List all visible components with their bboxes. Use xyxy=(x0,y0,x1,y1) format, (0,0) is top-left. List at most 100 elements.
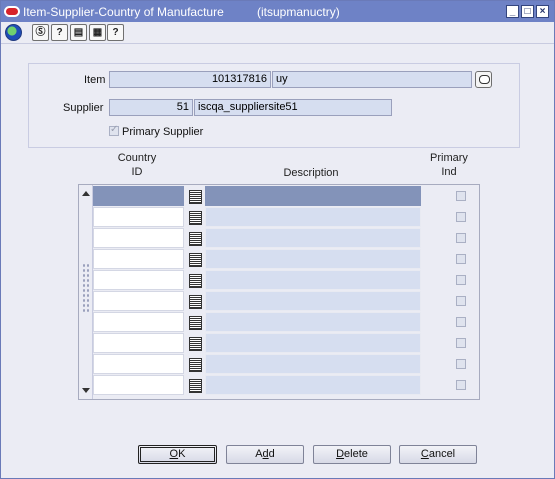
table-row[interactable] xyxy=(93,228,481,249)
primary-supplier-label: Primary Supplier xyxy=(122,126,204,138)
table-row[interactable] xyxy=(93,270,481,291)
country-id-cell[interactable] xyxy=(93,249,184,269)
help-about-glyph: Ⓢ xyxy=(35,27,46,38)
column-header-country-line1: Country xyxy=(117,152,157,164)
country-id-cell[interactable] xyxy=(93,270,184,290)
primary-ind-checkbox[interactable] xyxy=(456,359,466,369)
ok-button-mnemonic: O xyxy=(169,448,179,460)
primary-ind-checkbox[interactable] xyxy=(456,296,466,306)
description-cell[interactable] xyxy=(205,375,421,395)
description-cell[interactable] xyxy=(205,312,421,332)
find-glyph: ? xyxy=(56,27,63,38)
table-row[interactable] xyxy=(93,333,481,354)
editor-icon[interactable] xyxy=(185,208,204,226)
description-cell[interactable] xyxy=(205,186,421,206)
supplier-description-field[interactable]: iscqa_suppliersite51 xyxy=(194,99,392,116)
dialog-window: Item-Supplier-Country of Manufacture (it… xyxy=(0,0,555,479)
supplier-id-field[interactable]: 51 xyxy=(109,99,193,116)
scroll-up-icon[interactable] xyxy=(82,191,90,196)
minimize-icon: _ xyxy=(509,6,516,17)
help-icon[interactable]: ? xyxy=(107,24,124,41)
editor-icon[interactable] xyxy=(185,313,204,331)
editor-icon[interactable] xyxy=(185,250,204,268)
add-button[interactable]: Add xyxy=(226,445,304,464)
description-cell[interactable] xyxy=(205,291,421,311)
editor-icon[interactable] xyxy=(185,355,204,373)
toolbar: Ⓢ ? ▤ ▦ ? xyxy=(1,22,554,44)
country-id-cell[interactable] xyxy=(93,291,184,311)
supplier-label: Supplier xyxy=(63,102,104,114)
primary-ind-checkbox[interactable] xyxy=(456,380,466,390)
close-button[interactable]: × xyxy=(536,5,549,18)
delete-button-label-post: elete xyxy=(344,448,368,460)
editor-icon[interactable] xyxy=(185,334,204,352)
country-id-cell[interactable] xyxy=(93,312,184,332)
country-id-cell[interactable] xyxy=(93,375,184,395)
cancel-button[interactable]: Cancel xyxy=(399,445,477,464)
help-glyph: ? xyxy=(112,27,119,38)
close-icon: × xyxy=(539,6,546,17)
column-header-primary-ind: Primary Ind xyxy=(419,151,479,179)
country-id-cell[interactable] xyxy=(93,186,184,206)
ok-button[interactable]: OK xyxy=(138,445,217,464)
maximize-button[interactable]: □ xyxy=(521,5,534,18)
primary-ind-checkbox[interactable] xyxy=(456,254,466,264)
column-header-description: Description xyxy=(283,167,339,179)
ok-button-label-post: K xyxy=(178,448,186,460)
table-row[interactable] xyxy=(93,186,481,207)
cancel-button-mnemonic: C xyxy=(420,448,429,460)
editor-icon[interactable] xyxy=(185,271,204,289)
primary-ind-checkbox[interactable] xyxy=(456,212,466,222)
editor-icon[interactable] xyxy=(185,187,204,205)
country-id-cell[interactable] xyxy=(93,354,184,374)
column-header-country-line2: ID xyxy=(131,166,143,178)
primary-ind-checkbox[interactable] xyxy=(456,338,466,348)
print-icon[interactable]: ▦ xyxy=(89,24,106,41)
description-cell[interactable] xyxy=(205,354,421,374)
vertical-scrollbar[interactable] xyxy=(79,185,93,399)
scroll-grip[interactable] xyxy=(82,263,90,313)
primary-ind-checkbox[interactable] xyxy=(456,317,466,327)
primary-ind-checkbox[interactable] xyxy=(456,191,466,201)
primary-ind-checkbox[interactable] xyxy=(456,275,466,285)
minimize-button[interactable]: _ xyxy=(506,5,519,18)
editor-icon[interactable] xyxy=(185,376,204,394)
description-cell[interactable] xyxy=(205,270,421,290)
window-title: Item-Supplier-Country of Manufacture xyxy=(23,5,224,19)
globe-icon[interactable] xyxy=(5,24,22,41)
delete-button[interactable]: Delete xyxy=(313,445,391,464)
table-row[interactable] xyxy=(93,375,481,396)
delete-button-mnemonic: D xyxy=(336,448,345,460)
country-id-cell[interactable] xyxy=(93,207,184,227)
editor-icon[interactable] xyxy=(185,229,204,247)
title-bar[interactable]: Item-Supplier-Country of Manufacture (it… xyxy=(1,1,554,22)
document-icon[interactable]: ▤ xyxy=(70,24,87,41)
country-id-cell[interactable] xyxy=(93,228,184,248)
table-row[interactable] xyxy=(93,249,481,270)
item-description-field[interactable]: uy xyxy=(272,71,472,88)
table-row[interactable] xyxy=(93,207,481,228)
help-about-icon[interactable]: Ⓢ xyxy=(32,24,49,41)
cancel-button-label-post: ancel xyxy=(428,448,456,460)
column-header-primary-line1: Primary xyxy=(430,152,468,164)
table-row[interactable] xyxy=(93,354,481,375)
primary-ind-checkbox[interactable] xyxy=(456,233,466,243)
scroll-down-icon[interactable] xyxy=(82,388,90,393)
oracle-logo-icon xyxy=(4,6,20,17)
table-row[interactable] xyxy=(93,312,481,333)
item-id-field[interactable]: 101317816 xyxy=(109,71,271,88)
country-id-cell[interactable] xyxy=(93,333,184,353)
window-form-code: (itsupmanuctry) xyxy=(257,5,340,19)
description-cell[interactable] xyxy=(205,228,421,248)
primary-supplier-checkbox[interactable] xyxy=(109,124,119,136)
description-cell[interactable] xyxy=(205,249,421,269)
print-glyph: ▦ xyxy=(92,27,103,38)
column-header-country-id: Country ID xyxy=(107,151,167,179)
table-row[interactable] xyxy=(93,291,481,312)
country-grid xyxy=(78,184,480,400)
comments-icon[interactable] xyxy=(475,71,492,88)
find-icon[interactable]: ? xyxy=(51,24,68,41)
description-cell[interactable] xyxy=(205,207,421,227)
description-cell[interactable] xyxy=(205,333,421,353)
editor-icon[interactable] xyxy=(185,292,204,310)
